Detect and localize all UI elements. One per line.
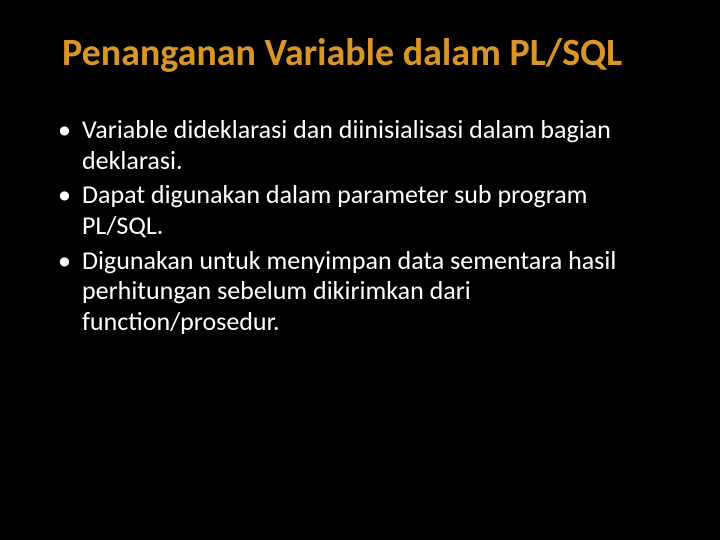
list-item: Variable dideklarasi dan diinisialisasi …	[54, 114, 670, 175]
list-item: Digunakan untuk menyimpan data sementara…	[54, 245, 670, 337]
bullet-list: Variable dideklarasi dan diinisialisasi …	[50, 114, 670, 337]
slide-title: Penanganan Variable dalam PL/SQL	[62, 30, 670, 76]
slide-container: Penanganan Variable dalam PL/SQL Variabl…	[0, 0, 720, 540]
list-item: Dapat digunakan dalam parameter sub prog…	[54, 179, 670, 240]
